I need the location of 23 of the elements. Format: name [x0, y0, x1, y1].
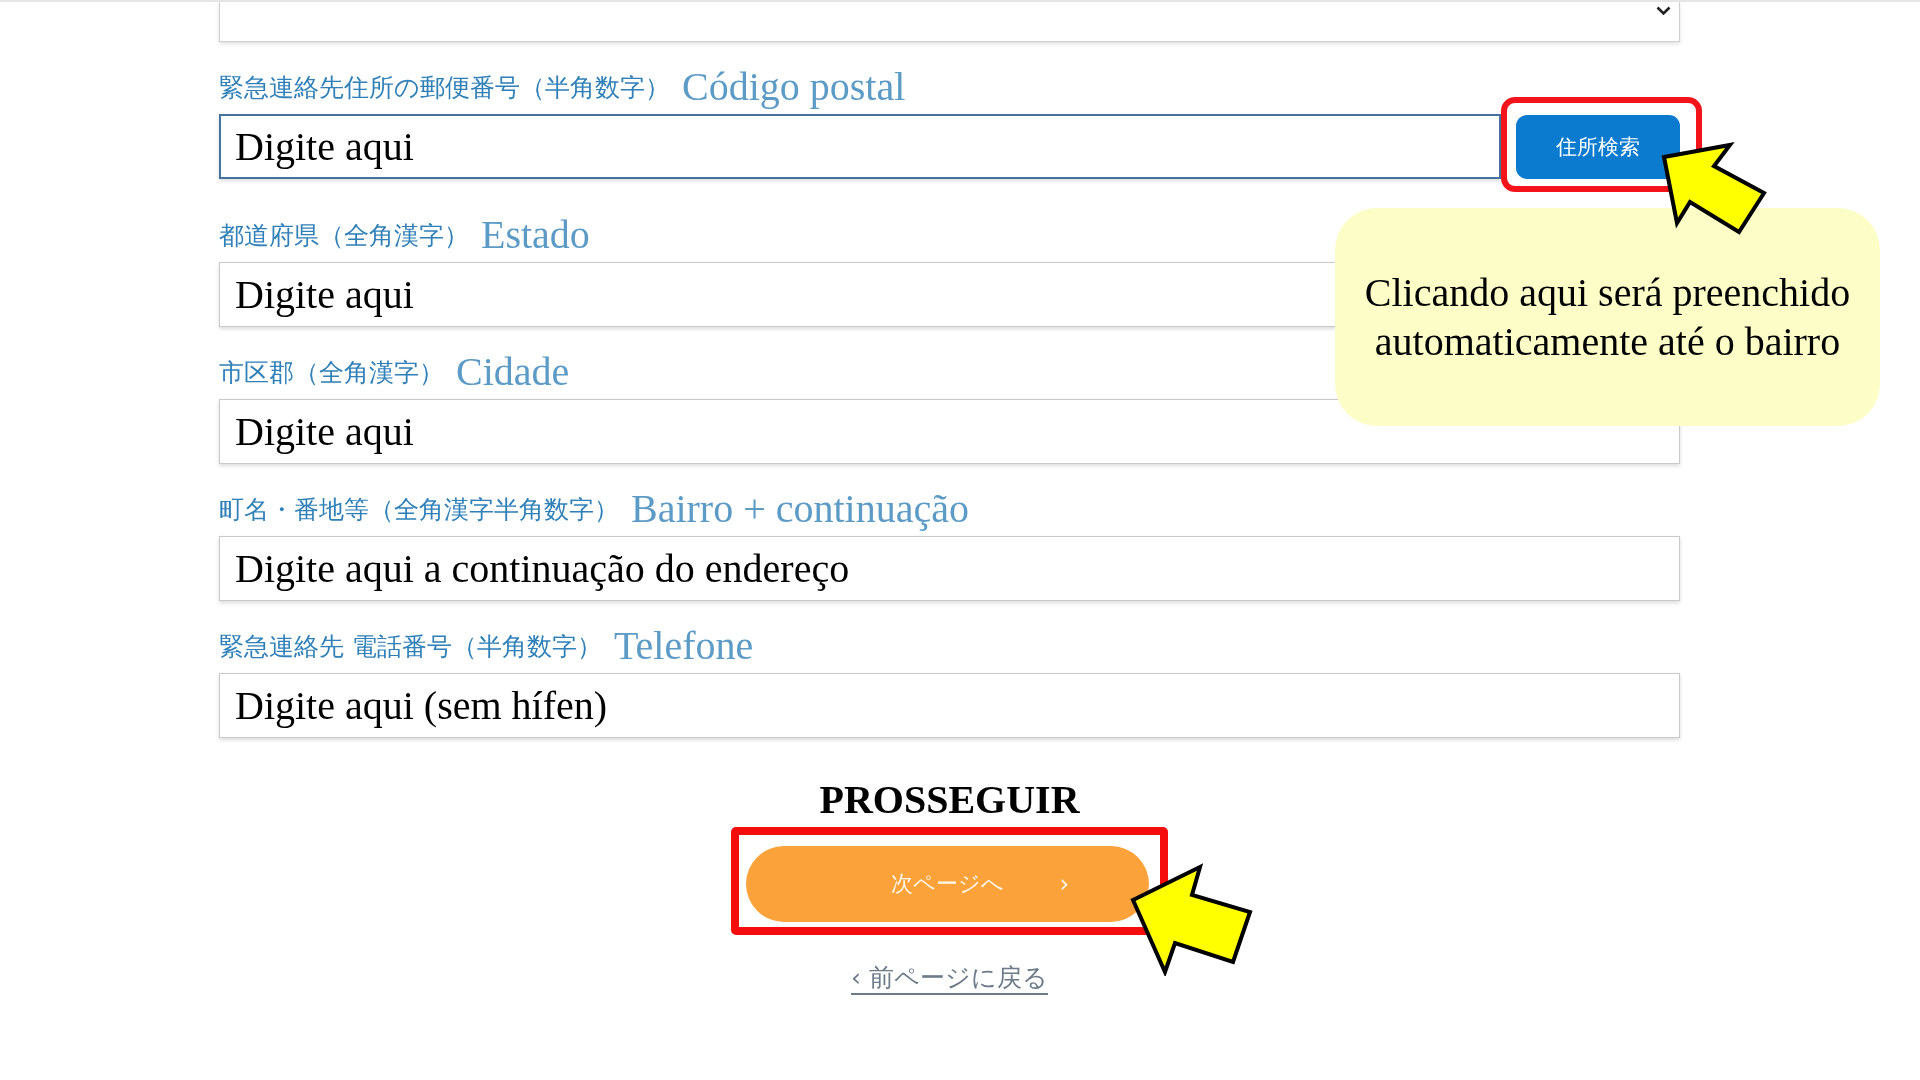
back-link[interactable]: ‹ 前ページに戻る: [851, 963, 1048, 993]
translation-label: Telefone: [613, 623, 754, 669]
field-label: 緊急連絡先 電話番号（半角数字）: [219, 630, 602, 663]
arrow-icon: [1660, 139, 1770, 238]
field-label: 市区郡（全角漢字）: [219, 356, 444, 389]
input-field[interactable]: Digite aqui: [219, 114, 1501, 179]
arrow-icon: [1128, 862, 1254, 976]
address-search-button[interactable]: 住所検索: [1516, 114, 1680, 179]
input-field[interactable]: Digite aqui: [219, 262, 1336, 327]
input-field[interactable]: Digite aqui: [219, 399, 1680, 464]
field-label: 都道府県（全角漢字）: [219, 219, 469, 252]
translation-label: PROSSEGUIR: [819, 777, 1080, 823]
input-field[interactable]: Digite aqui a continuação do endereço: [219, 536, 1680, 601]
field-label: 町名・番地等（全角漢字半角数字）: [219, 493, 619, 526]
input-field[interactable]: Digite aqui (sem hífen): [219, 673, 1680, 738]
translation-label: Código postal: [682, 64, 906, 110]
select-field[interactable]: [219, 2, 1680, 42]
translation-label: Estado: [481, 212, 590, 258]
chevron-down-icon: [1656, 6, 1671, 16]
callout-note: Clicando aqui será preenchido automaticamente até o bairro: [1335, 208, 1880, 426]
translation-label: Cidade: [456, 349, 570, 395]
field-label: 緊急連絡先住所の郵便番号（半角数字）: [219, 71, 670, 104]
translation-label: Bairro + continuação: [631, 486, 969, 532]
